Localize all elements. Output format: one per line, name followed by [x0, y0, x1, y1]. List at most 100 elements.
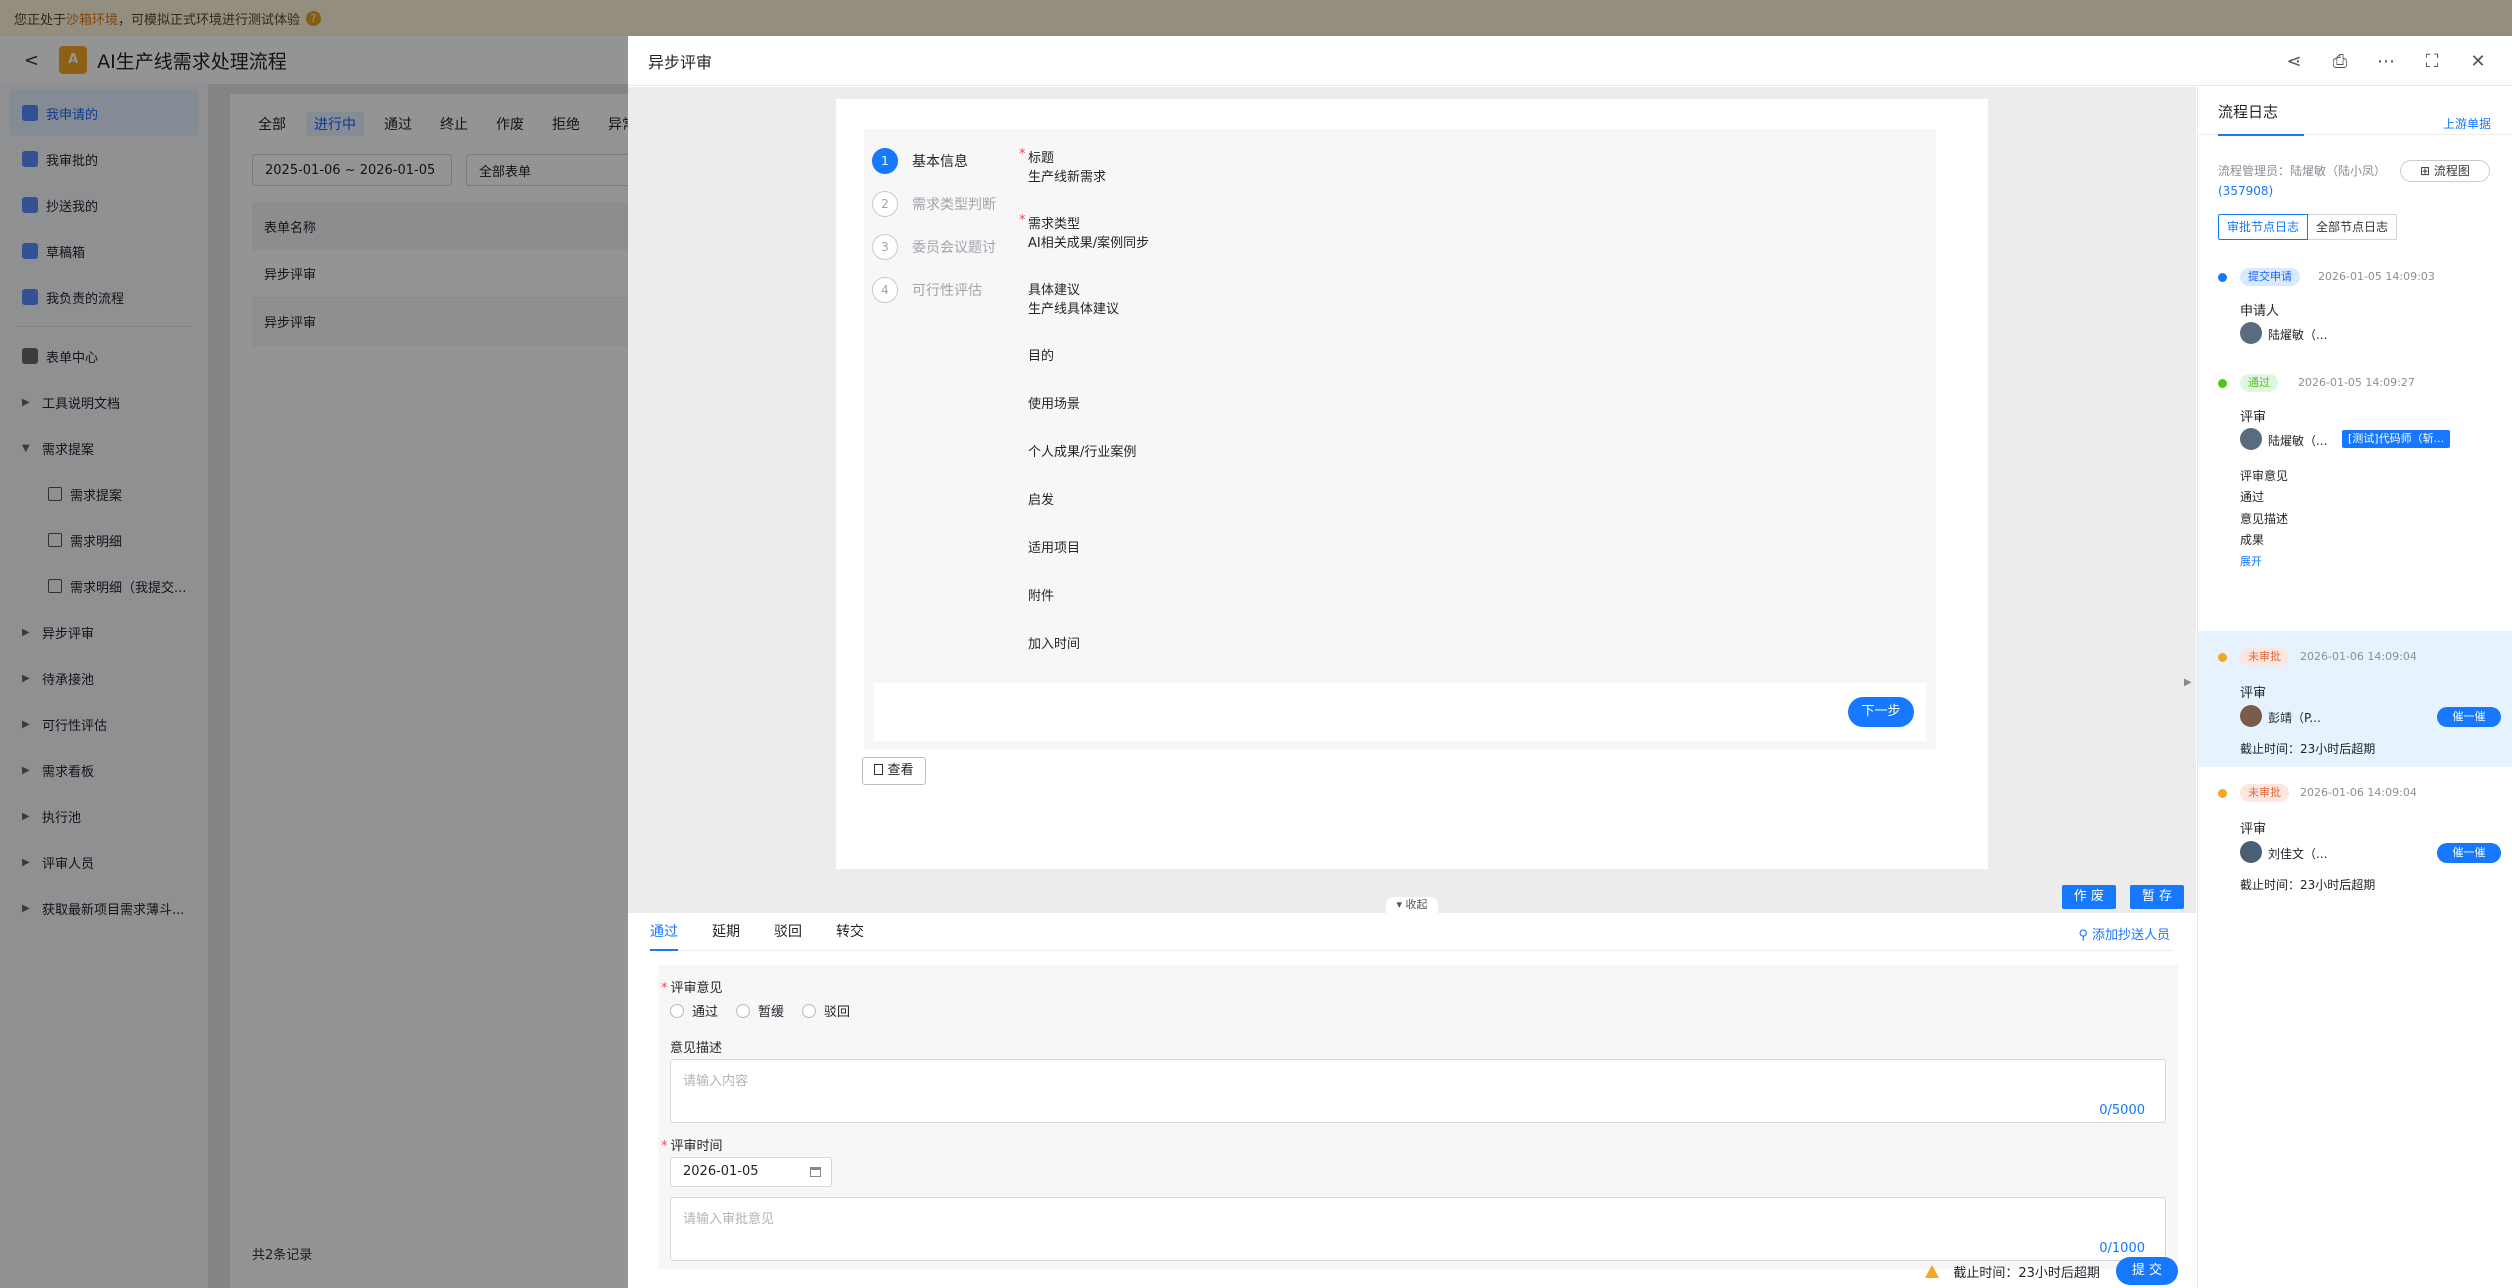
radio-reject[interactable]: 驳回: [802, 1001, 850, 1020]
field-label-purpose: 目的: [1028, 349, 1055, 364]
manager-text: 流程管理员：陆燿敏（陆小凤）: [2218, 164, 2387, 178]
tab-transfer[interactable]: 转交: [836, 913, 864, 951]
fullscreen-icon[interactable]: ⛶: [2422, 51, 2442, 72]
field-list: 标题 生产线新需求 需求类型 AI相关成果/案例同步 具体建议 生产线具体建议 …: [1019, 147, 1828, 653]
field-label-scenario: 使用场景: [1028, 397, 1081, 412]
log-node: 提交申请 2026-01-05 14:09:03 申请人 陆燿敏（...: [2198, 267, 2512, 367]
field-value-suggestion: 生产线具体建议: [1028, 302, 1120, 317]
tab-postpone[interactable]: 延期: [712, 913, 740, 951]
log-node: 未审批 2026-01-06 14:09:04 评审 彭靖（P... 催一催 截…: [2198, 631, 2512, 767]
form-area: 1 基本信息 2 需求类型判断 3 委员会议题讨 4 可行性评估 标题 生产线新需求 需…: [628, 87, 2196, 1288]
node-opinion-value: 通过: [2240, 490, 2265, 504]
calendar-icon: [810, 1167, 821, 1177]
field-label-inspiration: 启发: [1028, 493, 1055, 508]
manager-id: (357908): [2218, 184, 2274, 198]
tab-reject[interactable]: 驳回: [774, 913, 802, 951]
radio-circle: [736, 1003, 751, 1018]
file-icon: [874, 764, 884, 775]
seg-all-nodes[interactable]: 全部节点日志: [2308, 214, 2398, 240]
urge-button[interactable]: 催一催: [2437, 707, 2501, 727]
node-status-tag: 通过: [2240, 374, 2278, 392]
field-value-title: 生产线新需求: [1028, 170, 1107, 185]
step-feasibility[interactable]: 4 可行性评估: [872, 268, 1032, 311]
step-basic-info[interactable]: 1 基本信息: [872, 139, 1032, 182]
expand-link[interactable]: 展开: [2240, 553, 2262, 569]
delegate-badge: [测试]代码师（斩...: [2342, 430, 2451, 448]
avatar: [2240, 705, 2262, 727]
warning-icon: [1925, 1264, 1940, 1278]
node-status-tag: 未审批: [2240, 784, 2289, 802]
step-number: 3: [872, 233, 898, 260]
desc-counter: 0/5000: [2099, 1103, 2145, 1118]
review-date-picker[interactable]: 2026-01-05: [670, 1157, 832, 1187]
drawer-mini-actions: 作 废 暂 存: [2061, 885, 2184, 909]
step-list: 1 基本信息 2 需求类型判断 3 委员会议题讨 4 可行性评估: [872, 139, 1032, 311]
void-button[interactable]: 作 废: [2061, 885, 2116, 909]
seg-approval-nodes[interactable]: 审批节点日志: [2218, 214, 2309, 240]
add-user-icon: ⚲: [2078, 928, 2092, 943]
desc-label: 意见描述: [670, 1041, 723, 1056]
field-label-type: 需求类型: [1019, 213, 1828, 233]
node-role: 评审: [2240, 410, 2267, 425]
step-type-judgement[interactable]: 2 需求类型判断: [872, 182, 1032, 225]
node-deadline: 截止时间：23小时后超期: [2240, 742, 2376, 756]
view-button[interactable]: 查看: [862, 757, 926, 785]
add-cc-button[interactable]: ⚲ 添加抄送人员: [2078, 924, 2170, 943]
node-desc-value: 成果: [2240, 533, 2265, 547]
next-step-button[interactable]: 下一步: [1848, 697, 1914, 727]
radio-label: 通过: [692, 1005, 719, 1020]
desc-textarea[interactable]: 请输入内容 0/5000: [670, 1059, 2166, 1123]
more-icon[interactable]: ⋯: [2376, 51, 2396, 72]
form-footer: 下一步: [874, 683, 1926, 741]
time-label: 评审时间: [670, 1135, 723, 1154]
share-icon[interactable]: ⋖: [2284, 51, 2304, 72]
deadline-text: 截止时间：23小时后超期: [1953, 1265, 2100, 1281]
log-filter-segment: 审批节点日志 全部节点日志: [2218, 214, 2398, 240]
avatar: [2240, 841, 2262, 863]
field-value-type: AI相关成果/案例同步: [1028, 236, 1150, 251]
radio-hold[interactable]: 暂缓: [736, 1001, 784, 1020]
node-status-tag: 提交申请: [2240, 268, 2300, 286]
radio-approve[interactable]: 通过: [670, 1001, 718, 1020]
close-icon[interactable]: ✕: [2468, 51, 2488, 72]
node-dot: [2218, 789, 2227, 798]
node-timestamp: 2026-01-05 14:09:03: [2318, 270, 2435, 283]
panel-toggle-icon[interactable]: ▶: [2184, 677, 2196, 707]
step-number: 2: [872, 190, 898, 217]
node-dot: [2218, 379, 2227, 388]
review-footer: 截止时间：23小时后超期 提 交: [1925, 1257, 2178, 1285]
node-person: 陆燿敏（...: [2268, 434, 2328, 448]
step-label: 基本信息: [912, 153, 968, 170]
flow-chart-button[interactable]: ⊞ 流程图: [2400, 160, 2490, 182]
tab-approve[interactable]: 通过: [650, 913, 678, 951]
step-label: 可行性评估: [912, 282, 982, 299]
node-opinion-label: 评审意见: [2240, 469, 2289, 483]
node-desc-label: 意见描述: [2240, 512, 2289, 526]
radio-label: 驳回: [824, 1005, 851, 1020]
node-person: 刘佳文（...: [2268, 847, 2328, 861]
step-committee-discussion[interactable]: 3 委员会议题讨: [872, 225, 1032, 268]
add-cc-label: 添加抄送人员: [2091, 928, 2170, 943]
collapse-toggle[interactable]: ▾ 收起: [1386, 897, 1438, 913]
avatar: [2240, 428, 2262, 450]
form-card: 1 基本信息 2 需求类型判断 3 委员会议题讨 4 可行性评估 标题 生产线新需求 需…: [836, 99, 1988, 869]
detail-drawer: 异步评审 ⋖ ⎙ ⋯ ⛶ ✕ 1 基本信息 2 需求类型判断 3 委员会议题讨 4 可行…: [628, 36, 2512, 1288]
tab-process-log[interactable]: 流程日志: [2218, 101, 2304, 136]
collapse-label: 收起: [1405, 898, 1428, 911]
field-label-join-time: 加入时间: [1028, 637, 1081, 652]
node-role: 评审: [2240, 686, 2267, 701]
process-manager: 流程管理员：陆燿敏（陆小凤） (357908): [2218, 161, 2398, 201]
urge-button[interactable]: 催一催: [2437, 843, 2501, 863]
flowchart-icon: ⊞: [2420, 164, 2434, 178]
field-label-title: 标题: [1019, 147, 1828, 167]
submit-button[interactable]: 提 交: [2115, 1257, 2178, 1285]
print-icon[interactable]: ⎙: [2330, 51, 2350, 72]
process-log-panel: 流程日志 上游单据 流程管理员：陆燿敏（陆小凤） (357908) ⊞ 流程图 …: [2197, 87, 2512, 1288]
upstream-docs-link[interactable]: 上游单据: [2443, 115, 2491, 132]
log-tabs: 流程日志 上游单据: [2198, 87, 2512, 136]
step-number: 4: [872, 276, 898, 303]
drawer-title: 异步评审: [648, 52, 713, 72]
desc-placeholder: 请输入内容: [683, 1074, 749, 1089]
comment-textarea[interactable]: 请输入审批意见 0/1000: [670, 1197, 2166, 1261]
save-draft-button[interactable]: 暂 存: [2129, 885, 2184, 909]
